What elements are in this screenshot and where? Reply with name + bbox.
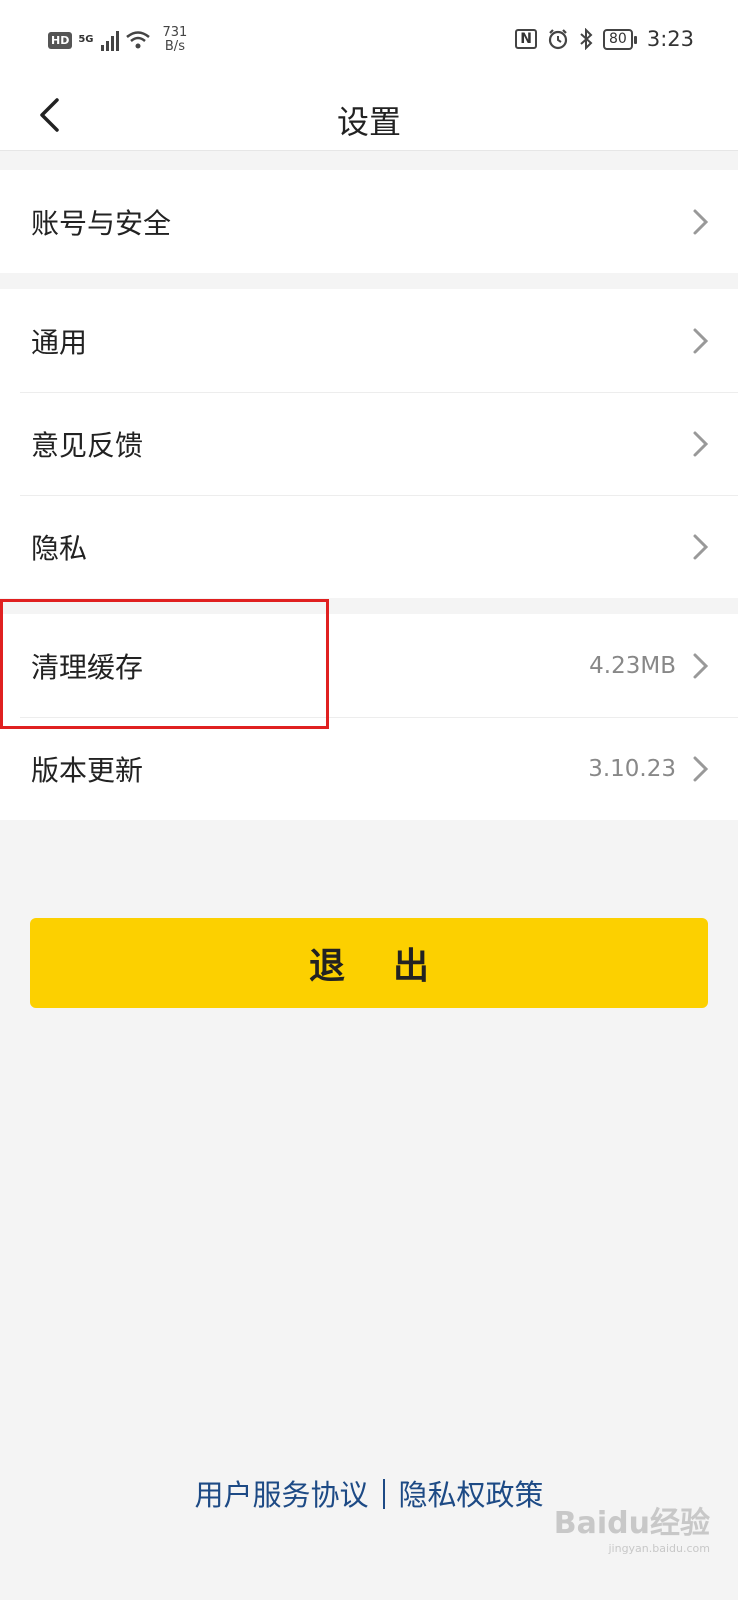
status-left: HD 5G 731 B/s	[48, 26, 187, 54]
network-type: 5G	[78, 34, 94, 45]
page-title: 设置	[336, 103, 401, 141]
row-label: 账号与安全	[31, 206, 172, 240]
privacy-policy-link[interactable]: 隐私权政策	[399, 1478, 544, 1512]
user-agreement-link[interactable]: 用户服务协议	[194, 1478, 368, 1512]
row-label: 隐私	[31, 531, 88, 565]
battery-icon: 80	[603, 28, 637, 50]
status-right: N 80 3:23	[515, 27, 694, 51]
footer-divider	[382, 1479, 385, 1509]
row-account-security[interactable]: 账号与安全	[0, 170, 738, 273]
row-clear-cache[interactable]: 清理缓存 4.23MB	[0, 614, 738, 717]
row-feedback[interactable]: 意见反馈	[0, 392, 738, 495]
signal-icon	[100, 29, 119, 51]
settings-group-account: 账号与安全	[0, 170, 738, 273]
status-bar: HD 5G 731 B/s N 80 3:23	[0, 0, 738, 82]
logout-button[interactable]: 退出	[30, 918, 708, 1008]
row-label: 版本更新	[31, 753, 144, 787]
clock: 3:23	[646, 27, 694, 51]
network-speed: 731 B/s	[163, 26, 188, 54]
row-privacy[interactable]: 隐私	[0, 495, 738, 598]
watermark: Baidu经验 jingyan.baidu.com	[554, 1498, 710, 1555]
chevron-right-icon	[693, 756, 709, 781]
speed-unit: B/s	[164, 39, 185, 54]
row-label: 意见反馈	[31, 428, 144, 462]
chevron-right-icon	[693, 328, 709, 353]
row-label: 通用	[31, 325, 88, 359]
wifi-icon	[125, 31, 150, 49]
hd-icon: HD	[48, 31, 73, 49]
chevron-right-icon	[693, 653, 709, 678]
row-general[interactable]: 通用	[0, 289, 738, 392]
row-label: 清理缓存	[31, 650, 144, 684]
watermark-domain: jingyan.baidu.com	[608, 1542, 710, 1555]
settings-group-storage: 清理缓存 4.23MB 版本更新 3.10.23	[0, 614, 738, 820]
version-number: 3.10.23	[588, 755, 676, 782]
watermark-brand: Baidu经验	[553, 1506, 710, 1541]
row-version-update[interactable]: 版本更新 3.10.23	[0, 717, 738, 820]
header-bar: 设置	[0, 82, 738, 151]
chevron-right-icon	[693, 431, 709, 456]
chevron-right-icon	[693, 534, 709, 559]
chevron-right-icon	[693, 209, 709, 234]
speed-value: 731	[162, 25, 188, 40]
bluetooth-icon	[580, 28, 593, 50]
settings-group-general: 通用 意见反馈 隐私	[0, 289, 738, 598]
cache-size: 4.23MB	[589, 652, 676, 679]
alarm-icon	[548, 29, 568, 50]
nfc-icon: N	[515, 29, 537, 49]
